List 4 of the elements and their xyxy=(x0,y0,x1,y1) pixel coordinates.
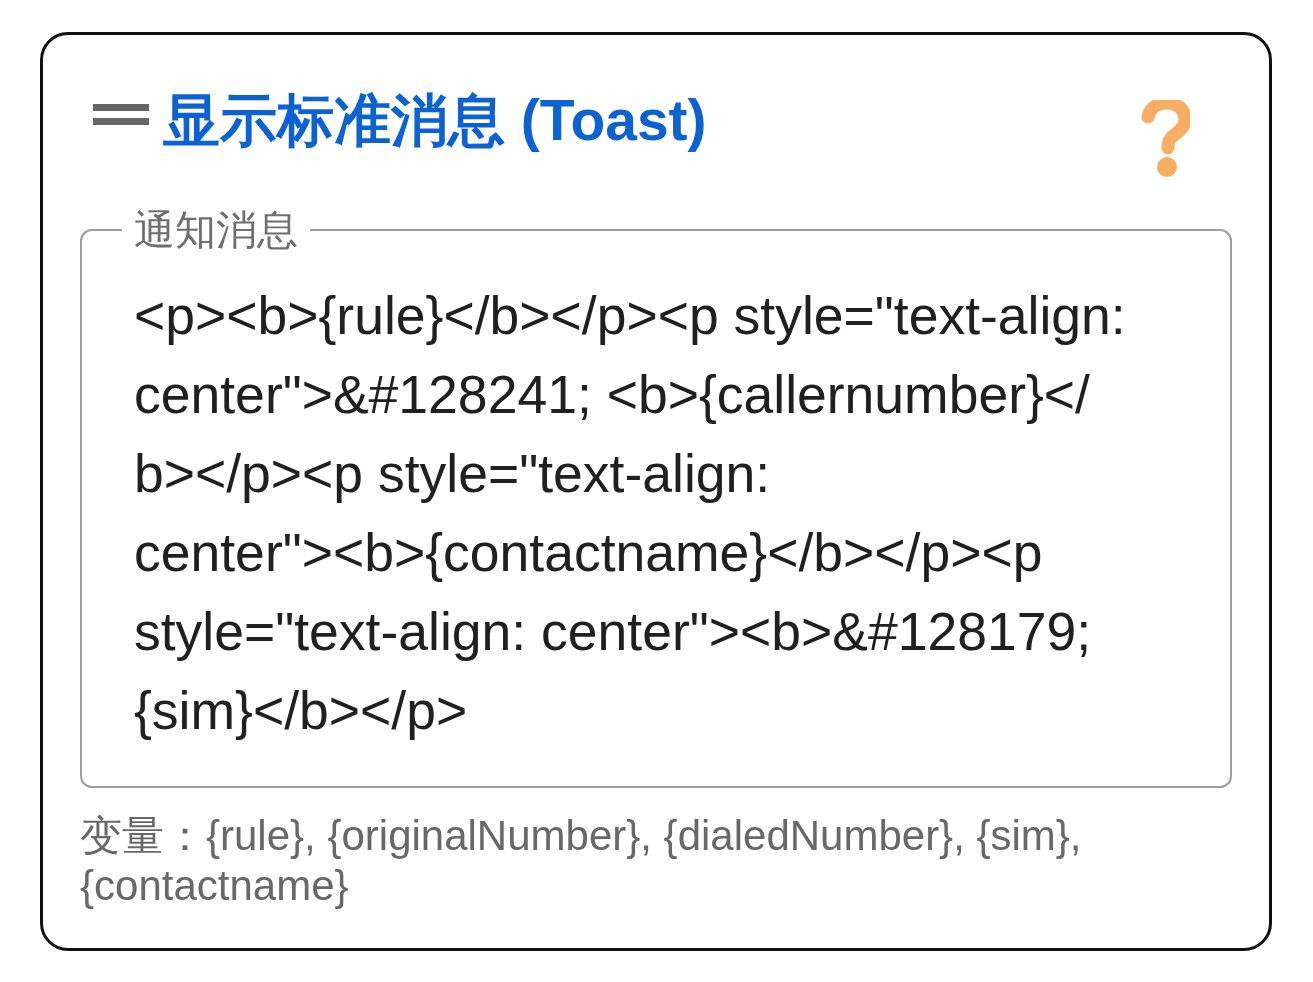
field-label: 通知消息 xyxy=(133,206,299,254)
card-title: 显示标准消息 (Toast) xyxy=(163,87,707,154)
variables-hint: 变量：{rule}, {originalNumber}, {dialedNumber}, {sim}, {contactname} xyxy=(80,811,1083,911)
drag-handle-icon[interactable] xyxy=(93,104,149,125)
